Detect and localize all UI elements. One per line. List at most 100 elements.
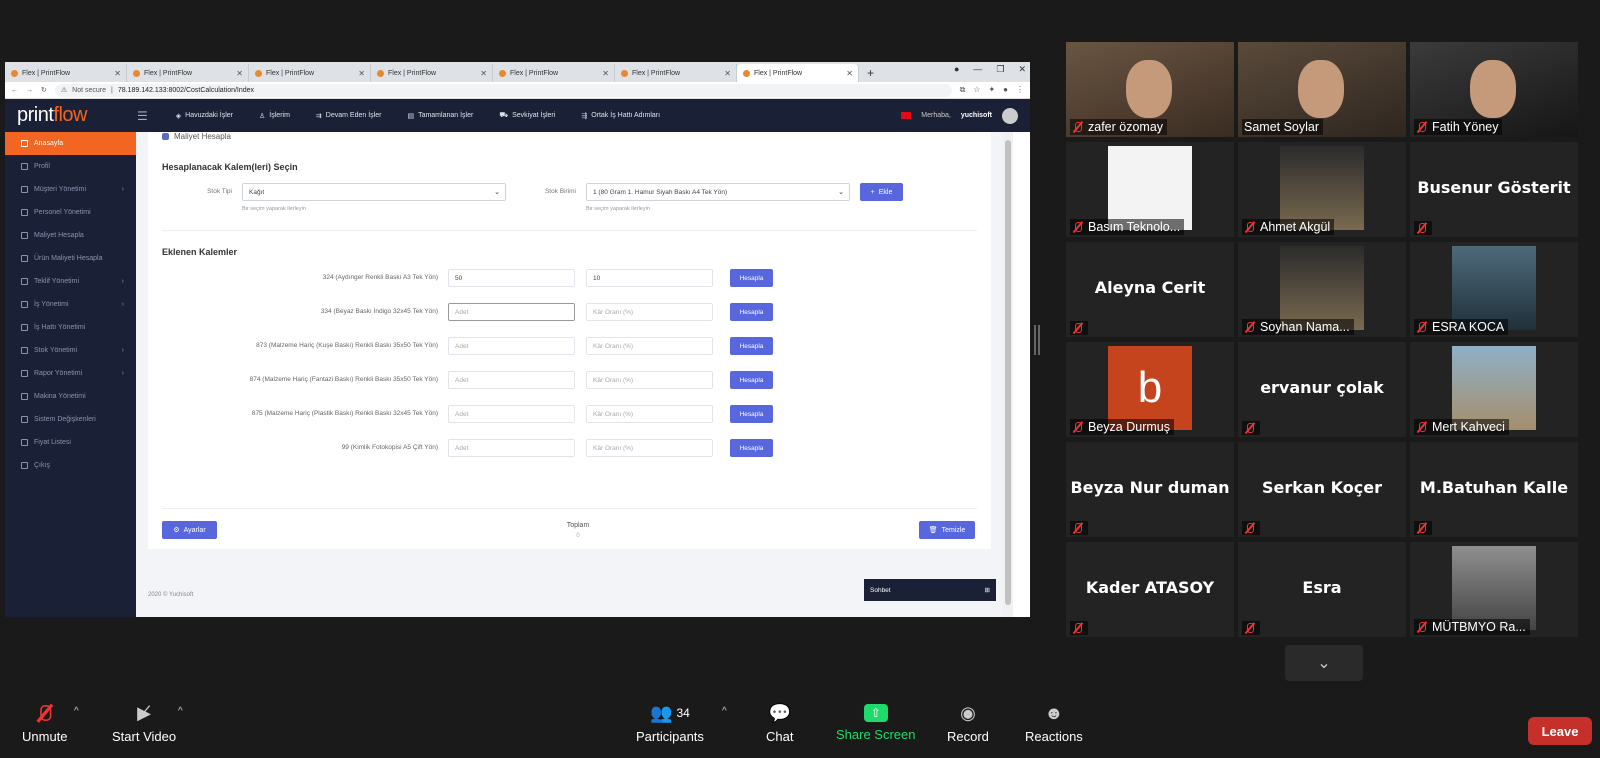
sidebar-item-logout[interactable]: Çıkış <box>5 454 136 477</box>
hamburger-icon[interactable]: ☰ <box>137 109 148 123</box>
share-screen-button[interactable]: ⇧ Share Screen <box>836 702 916 742</box>
quantity-input[interactable]: 50 <box>448 269 575 287</box>
new-tab-icon[interactable]: + <box>859 64 882 82</box>
participant-tile[interactable]: Busenur Gösterit <box>1410 142 1578 237</box>
avatar[interactable] <box>1002 107 1018 124</box>
video-options-caret-icon[interactable]: ^ <box>178 706 183 717</box>
nav-pipeline-steps[interactable]: ⇶ Ortak İş Hattı Adımları <box>581 111 660 120</box>
sidebar-item-profile[interactable]: Profil <box>5 155 136 178</box>
participant-tile[interactable]: Soyhan Nama... <box>1238 242 1406 337</box>
scrollbar-thumb[interactable] <box>1005 140 1011 605</box>
sidebar-item-offers[interactable]: Teklif Yönetimi › <box>5 270 136 293</box>
scrollbar[interactable] <box>1003 132 1013 617</box>
participant-tile[interactable]: zafer özomay <box>1066 42 1234 137</box>
record-button[interactable]: ◉ Record <box>947 702 989 745</box>
sidebar-item-stock[interactable]: Stok Yönetimi › <box>5 339 136 362</box>
printflow-logo[interactable]: printflow <box>17 104 137 127</box>
calculate-button[interactable]: Hesapla <box>730 439 773 457</box>
close-window-icon[interactable]: ✕ <box>1018 64 1026 75</box>
calculate-button[interactable]: Hesapla <box>730 337 773 355</box>
participant-tile[interactable]: b Beyza Durmuş <box>1066 342 1234 437</box>
split-handle[interactable] <box>1034 325 1040 355</box>
margin-input[interactable]: Kâr Oranı (%) <box>586 337 713 355</box>
nav-pool-jobs[interactable]: ◈ Havuzdaki İşler <box>176 111 233 120</box>
participant-tile[interactable]: ervanur çolak <box>1238 342 1406 437</box>
participant-tile[interactable]: Ahmet Akgül <box>1238 142 1406 237</box>
calculate-button[interactable]: Hesapla <box>730 269 773 287</box>
participants-options-caret-icon[interactable]: ^ <box>722 706 727 717</box>
sidebar-item-system-vars[interactable]: Sistem Değişkenleri <box>5 408 136 431</box>
leave-button[interactable]: Leave <box>1528 717 1592 745</box>
url-field[interactable]: ⚠ Not secure | 78.189.142.133:8002/CostC… <box>54 83 952 97</box>
participant-tile[interactable]: Mert Kahveci <box>1410 342 1578 437</box>
browser-tab[interactable]: Flex | PrintFlow ✕ <box>5 64 127 82</box>
participant-tile[interactable]: Beyza Nur duman <box>1066 442 1234 537</box>
nav-my-jobs[interactable]: ♙ İşlerim <box>259 111 290 120</box>
nav-ongoing-jobs[interactable]: ⇉ Devam Eden İşler <box>316 111 382 120</box>
star-icon[interactable]: ☆ <box>973 85 980 95</box>
margin-input[interactable]: Kâr Oranı (%) <box>586 303 713 321</box>
unmute-button[interactable]: Unmute <box>22 702 68 744</box>
maximize-icon[interactable]: ❐ <box>996 64 1004 75</box>
close-tab-icon[interactable]: ✕ <box>236 69 243 78</box>
chat-widget[interactable]: Sohbet ⊞ <box>864 579 996 601</box>
browser-tab[interactable]: Flex | PrintFlow ✕ <box>249 64 371 82</box>
nav-shipment-jobs[interactable]: ⛟ Sevkiyat İşleri <box>499 111 555 120</box>
translate-icon[interactable]: ⧉ <box>960 85 966 95</box>
sidebar-item-personnel[interactable]: Personel Yönetimi <box>5 201 136 224</box>
add-button[interactable]: + Ekle <box>860 183 903 201</box>
participant-tile[interactable]: M.Batuhan Kalle <box>1410 442 1578 537</box>
margin-input[interactable]: 10 <box>586 269 713 287</box>
participant-tile[interactable]: MÜTBMYO Ra... <box>1410 542 1578 637</box>
participant-tile[interactable]: Kader ATASOY <box>1066 542 1234 637</box>
participant-tile[interactable]: Serkan Koçer <box>1238 442 1406 537</box>
forward-icon[interactable]: → <box>26 87 33 94</box>
sidebar-item-price-list[interactable]: Fiyat Listesi <box>5 431 136 454</box>
browser-tab[interactable]: Flex | PrintFlow ✕ <box>493 64 615 82</box>
margin-input[interactable]: Kâr Oranı (%) <box>586 371 713 389</box>
extensions-icon[interactable]: ✦ <box>988 85 995 95</box>
sidebar-item-reports[interactable]: Rapor Yönetimi › <box>5 362 136 385</box>
audio-options-caret-icon[interactable]: ^ <box>74 706 79 717</box>
participant-tile[interactable]: Aleyna Cerit <box>1066 242 1234 337</box>
clear-button[interactable]: 🗑 Temizle <box>919 521 975 539</box>
close-tab-icon[interactable]: ✕ <box>846 69 853 78</box>
quantity-input[interactable]: Adet <box>448 439 575 457</box>
reactions-button[interactable]: ☻ Reactions <box>1025 702 1083 745</box>
stock-type-select[interactable]: Kağıt ⌄ <box>242 183 506 201</box>
start-video-button[interactable]: ▶̸ Start Video <box>112 702 176 745</box>
participant-tile[interactable]: Fatih Yöney <box>1410 42 1578 137</box>
reload-icon[interactable]: ↻ <box>41 86 47 94</box>
quantity-input[interactable]: Adet <box>448 371 575 389</box>
close-tab-icon[interactable]: ✕ <box>480 69 487 78</box>
close-tab-icon[interactable]: ✕ <box>602 69 609 78</box>
sidebar-item-product-cost[interactable]: Ürün Maliyeti Hesapla <box>5 247 136 270</box>
sidebar-item-pipeline[interactable]: İş Hattı Yönetimi <box>5 316 136 339</box>
participant-tile-active-speaker[interactable]: Samet Soylar <box>1238 42 1406 137</box>
quantity-input[interactable]: Adet <box>448 303 575 321</box>
stock-unit-select[interactable]: 1 (80 Gram 1. Hamur Siyah Baskı A4 Tek Y… <box>586 183 850 201</box>
menu-icon[interactable]: ⋮ <box>1016 85 1024 95</box>
browser-tab-active[interactable]: Flex | PrintFlow ✕ <box>737 64 859 82</box>
back-icon[interactable]: ← <box>11 87 18 94</box>
sidebar-item-machines[interactable]: Makina Yönetimi <box>5 385 136 408</box>
participant-tile[interactable]: Basım Teknolo... <box>1066 142 1234 237</box>
quantity-input[interactable]: Adet <box>448 337 575 355</box>
participant-tile[interactable]: Esra <box>1238 542 1406 637</box>
quantity-input[interactable]: Adet <box>448 405 575 423</box>
sidebar-item-jobs[interactable]: İş Yönetimi › <box>5 293 136 316</box>
margin-input[interactable]: Kâr Oranı (%) <box>586 405 713 423</box>
browser-tab[interactable]: Flex | PrintFlow ✕ <box>615 64 737 82</box>
settings-button[interactable]: ⚙ Ayarlar <box>162 521 217 539</box>
chat-button[interactable]: 💬 Chat <box>766 702 793 745</box>
sidebar-item-customers[interactable]: Müşteri Yönetimi › <box>5 178 136 201</box>
sidebar-item-home[interactable]: Anasayfa <box>5 132 142 155</box>
sidebar-item-cost-calc[interactable]: Maliyet Hesapla <box>5 224 136 247</box>
calculate-button[interactable]: Hesapla <box>730 303 773 321</box>
calculate-button[interactable]: Hesapla <box>730 405 773 423</box>
turkish-flag-icon[interactable] <box>901 112 912 119</box>
minimize-icon[interactable]: — <box>973 64 982 75</box>
close-tab-icon[interactable]: ✕ <box>724 69 731 78</box>
calculate-button[interactable]: Hesapla <box>730 371 773 389</box>
close-tab-icon[interactable]: ✕ <box>358 69 365 78</box>
